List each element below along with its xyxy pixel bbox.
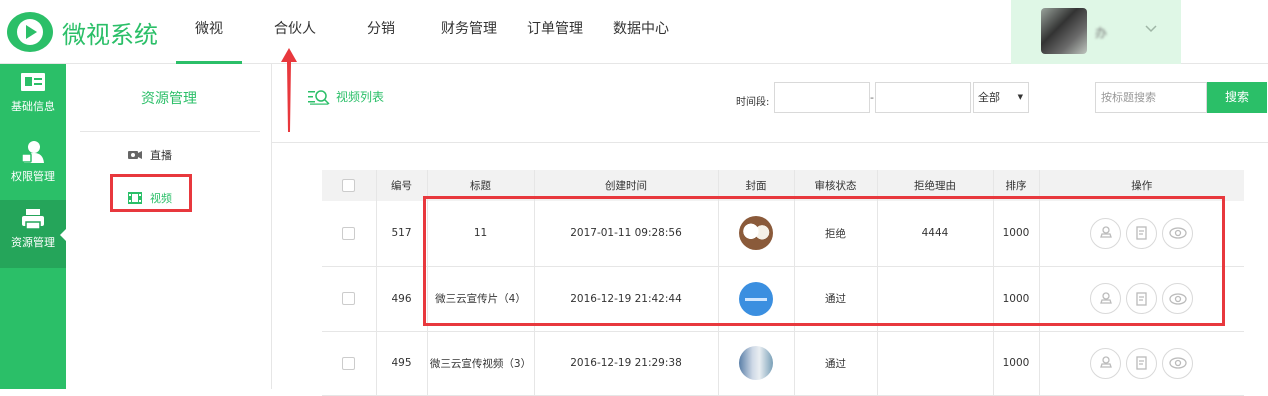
sidebar-item-label: 权限管理 [11, 170, 55, 183]
stamp-icon [1099, 356, 1112, 368]
eye-icon [1169, 357, 1187, 369]
cell-id: 496 [376, 266, 428, 332]
user-name: 办 [1095, 26, 1108, 40]
cell-sort: 1000 [993, 331, 1040, 396]
resource-subnav: 资源管理 直播 视频 [66, 64, 272, 389]
status-select-value: 全部 [978, 91, 1000, 104]
end-date-input[interactable] [875, 82, 971, 113]
id-card-icon [21, 73, 45, 91]
camera-icon [128, 151, 142, 159]
main-sidebar: 基础信息 权限管理 资源管理 [0, 64, 67, 389]
subnav-item-live[interactable]: 直播 [128, 147, 172, 163]
printer-icon [22, 209, 44, 230]
row-select-cell [322, 331, 377, 396]
sidebar-item-label: 资源管理 [11, 236, 55, 249]
annotation-box-video [110, 174, 192, 212]
caret-down-icon: ▼ [1017, 93, 1023, 101]
avatar [1041, 8, 1087, 54]
subnav-item-label: 直播 [150, 149, 172, 162]
user-lock-icon [21, 141, 44, 163]
divider [272, 142, 1268, 143]
search-button[interactable]: 搜索 [1207, 82, 1267, 113]
row-checkbox[interactable] [342, 292, 356, 305]
list-search-icon [308, 89, 330, 105]
sidebar-item-permissions[interactable]: 权限管理 [0, 132, 66, 200]
divider [80, 131, 260, 132]
cell-reason [877, 331, 994, 396]
page-title: 视频列表 [308, 88, 384, 105]
table-row: 495 微三云宣传视频（3） 2016-12-19 21:29:38 通过 10… [322, 331, 1244, 396]
sidebar-item-basic-info[interactable]: 基础信息 [0, 64, 66, 132]
search-input[interactable]: 按标题搜索 [1095, 82, 1207, 113]
nav-weishi[interactable]: 微视 [176, 0, 242, 64]
view-button[interactable] [1162, 347, 1194, 379]
select-all-cell [322, 170, 377, 201]
cell-id: 517 [376, 201, 428, 267]
sidebar-item-label: 基础信息 [11, 100, 55, 113]
app-logo[interactable]: 微视系统 [6, 10, 158, 54]
edit-button[interactable] [1126, 347, 1158, 379]
review-button[interactable] [1090, 347, 1122, 379]
row-select-cell [322, 201, 377, 267]
nav-orders[interactable]: 订单管理 [520, 0, 590, 64]
nav-distribution[interactable]: 分销 [348, 0, 414, 64]
nav-data-center[interactable]: 数据中心 [606, 0, 676, 64]
time-range-label: 时间段: [736, 97, 770, 108]
status-select[interactable]: 全部 ▼ [973, 82, 1029, 113]
start-date-input[interactable] [774, 82, 870, 113]
column-header: 编号 [376, 170, 428, 201]
row-select-cell [322, 266, 377, 332]
row-checkbox[interactable] [342, 226, 356, 240]
edit-document-icon [1136, 356, 1147, 370]
top-navigation-bar: 微视系统 微视 合伙人 分销 财务管理 订单管理 数据中心 办 [0, 0, 1268, 64]
page-title-text: 视频列表 [336, 90, 385, 104]
cell-status: 通过 [794, 331, 878, 396]
nav-finance[interactable]: 财务管理 [434, 0, 504, 64]
sidebar-item-resources[interactable]: 资源管理 [0, 200, 67, 268]
date-separator: - [870, 91, 874, 104]
subnav-title: 资源管理 [141, 91, 197, 107]
cell-title: 微三云宣传视频（3） [427, 331, 535, 396]
chevron-down-icon [1145, 25, 1157, 33]
cell-created: 2016-12-19 21:29:38 [534, 331, 719, 396]
cell-cover [718, 331, 795, 396]
row-checkbox[interactable] [342, 356, 356, 370]
cell-id: 495 [376, 331, 428, 396]
cover-thumbnail[interactable] [739, 346, 773, 380]
user-menu[interactable]: 办 [1011, 0, 1181, 64]
annotation-box-rows [423, 196, 1225, 326]
app-title: 微视系统 [62, 20, 158, 49]
cell-actions [1039, 331, 1244, 396]
logo-eye-icon [6, 10, 56, 54]
select-all-checkbox[interactable] [342, 179, 356, 192]
